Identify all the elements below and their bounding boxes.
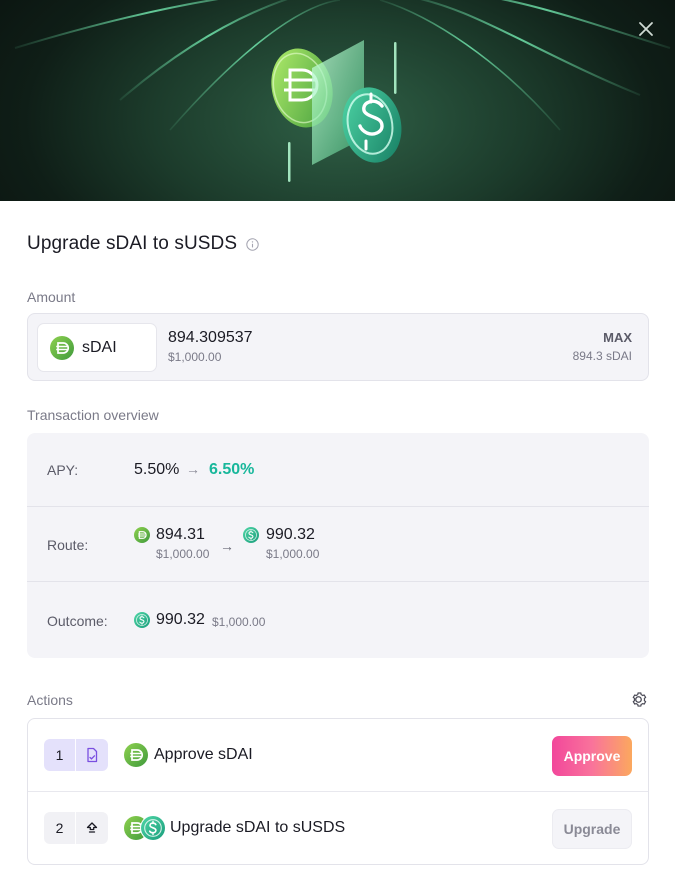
outcome-value: 990.32 (156, 611, 205, 628)
dialog-title: Upgrade sDAI to sUSDS (27, 233, 238, 254)
actions-list: 1 Approve sDAI Approve 2 Upgrade sDAI to… (27, 718, 649, 865)
outcome-usd: $1,000.00 (212, 615, 266, 629)
gear-icon[interactable] (629, 690, 648, 709)
route-from-value: 894.31 (156, 526, 205, 543)
sdai-token-icon (134, 527, 150, 543)
route-label: Route: (47, 537, 89, 553)
token-balance: 894.3 sDAI (572, 349, 632, 363)
action-row-approve: 1 Approve sDAI Approve (28, 719, 648, 792)
actions-label: Actions (27, 692, 73, 708)
dialog-header: Upgrade sDAI to sUSDS (27, 233, 259, 255)
close-icon[interactable] (635, 18, 657, 40)
apy-arrow: → (186, 461, 200, 477)
amount-usd-value: $1,000.00 (168, 350, 222, 364)
action-label: Upgrade sDAI to sUSDS (170, 819, 346, 836)
hero-banner (0, 0, 675, 201)
apy-label: APY: (47, 462, 79, 478)
info-icon[interactable] (246, 237, 259, 251)
transaction-overview: APY: 5.50% → 6.50% Route: 894.31 $1,000.… (27, 433, 649, 658)
transaction-overview-label: Transaction overview (27, 407, 159, 423)
action-label: Approve sDAI (154, 746, 253, 763)
route-to-value: 990.32 (266, 526, 315, 543)
amount-label: Amount (27, 289, 76, 305)
step-indicator: 2 (44, 812, 108, 844)
hero-illustration (14, 0, 671, 182)
apy-new: 6.50% (209, 461, 255, 478)
token-selector[interactable]: sDAI (37, 323, 157, 372)
upgrade-button[interactable]: Upgrade (552, 809, 632, 849)
apy-current: 5.50% (134, 461, 180, 478)
amount-input-box[interactable]: sDAI 894.309537 $1,000.00 MAX 894.3 sDAI (27, 313, 649, 381)
susds-token-icon (243, 527, 259, 543)
token-symbol: sDAI (82, 338, 117, 356)
apy-row: APY: 5.50% → 6.50% (27, 433, 649, 507)
max-button[interactable]: MAX (603, 330, 632, 345)
susds-token-icon (140, 815, 166, 841)
sdai-token-icon (124, 743, 148, 767)
outcome-row: Outcome: 990.32 $1,000.00 (27, 582, 649, 658)
upgrade-arrow-icon (75, 812, 108, 844)
step-indicator: 1 (44, 739, 108, 771)
approve-button[interactable]: Approve (552, 736, 632, 776)
route-from-usd: $1,000.00 (156, 547, 210, 561)
outcome-label: Outcome: (47, 613, 108, 629)
route-arrow: → (220, 538, 234, 554)
document-sign-icon (75, 739, 108, 771)
step-number: 1 (55, 747, 64, 763)
amount-value[interactable]: 894.309537 (168, 329, 253, 347)
route-row: Route: 894.31 $1,000.00 → 990.32 $1,000.… (27, 507, 649, 582)
action-row-upgrade: 2 Upgrade sDAI to sUSDS Upgrade (28, 792, 648, 864)
route-to-usd: $1,000.00 (266, 547, 320, 561)
susds-token-icon (134, 612, 150, 628)
step-number: 2 (55, 820, 64, 836)
sdai-token-icon (50, 336, 74, 360)
